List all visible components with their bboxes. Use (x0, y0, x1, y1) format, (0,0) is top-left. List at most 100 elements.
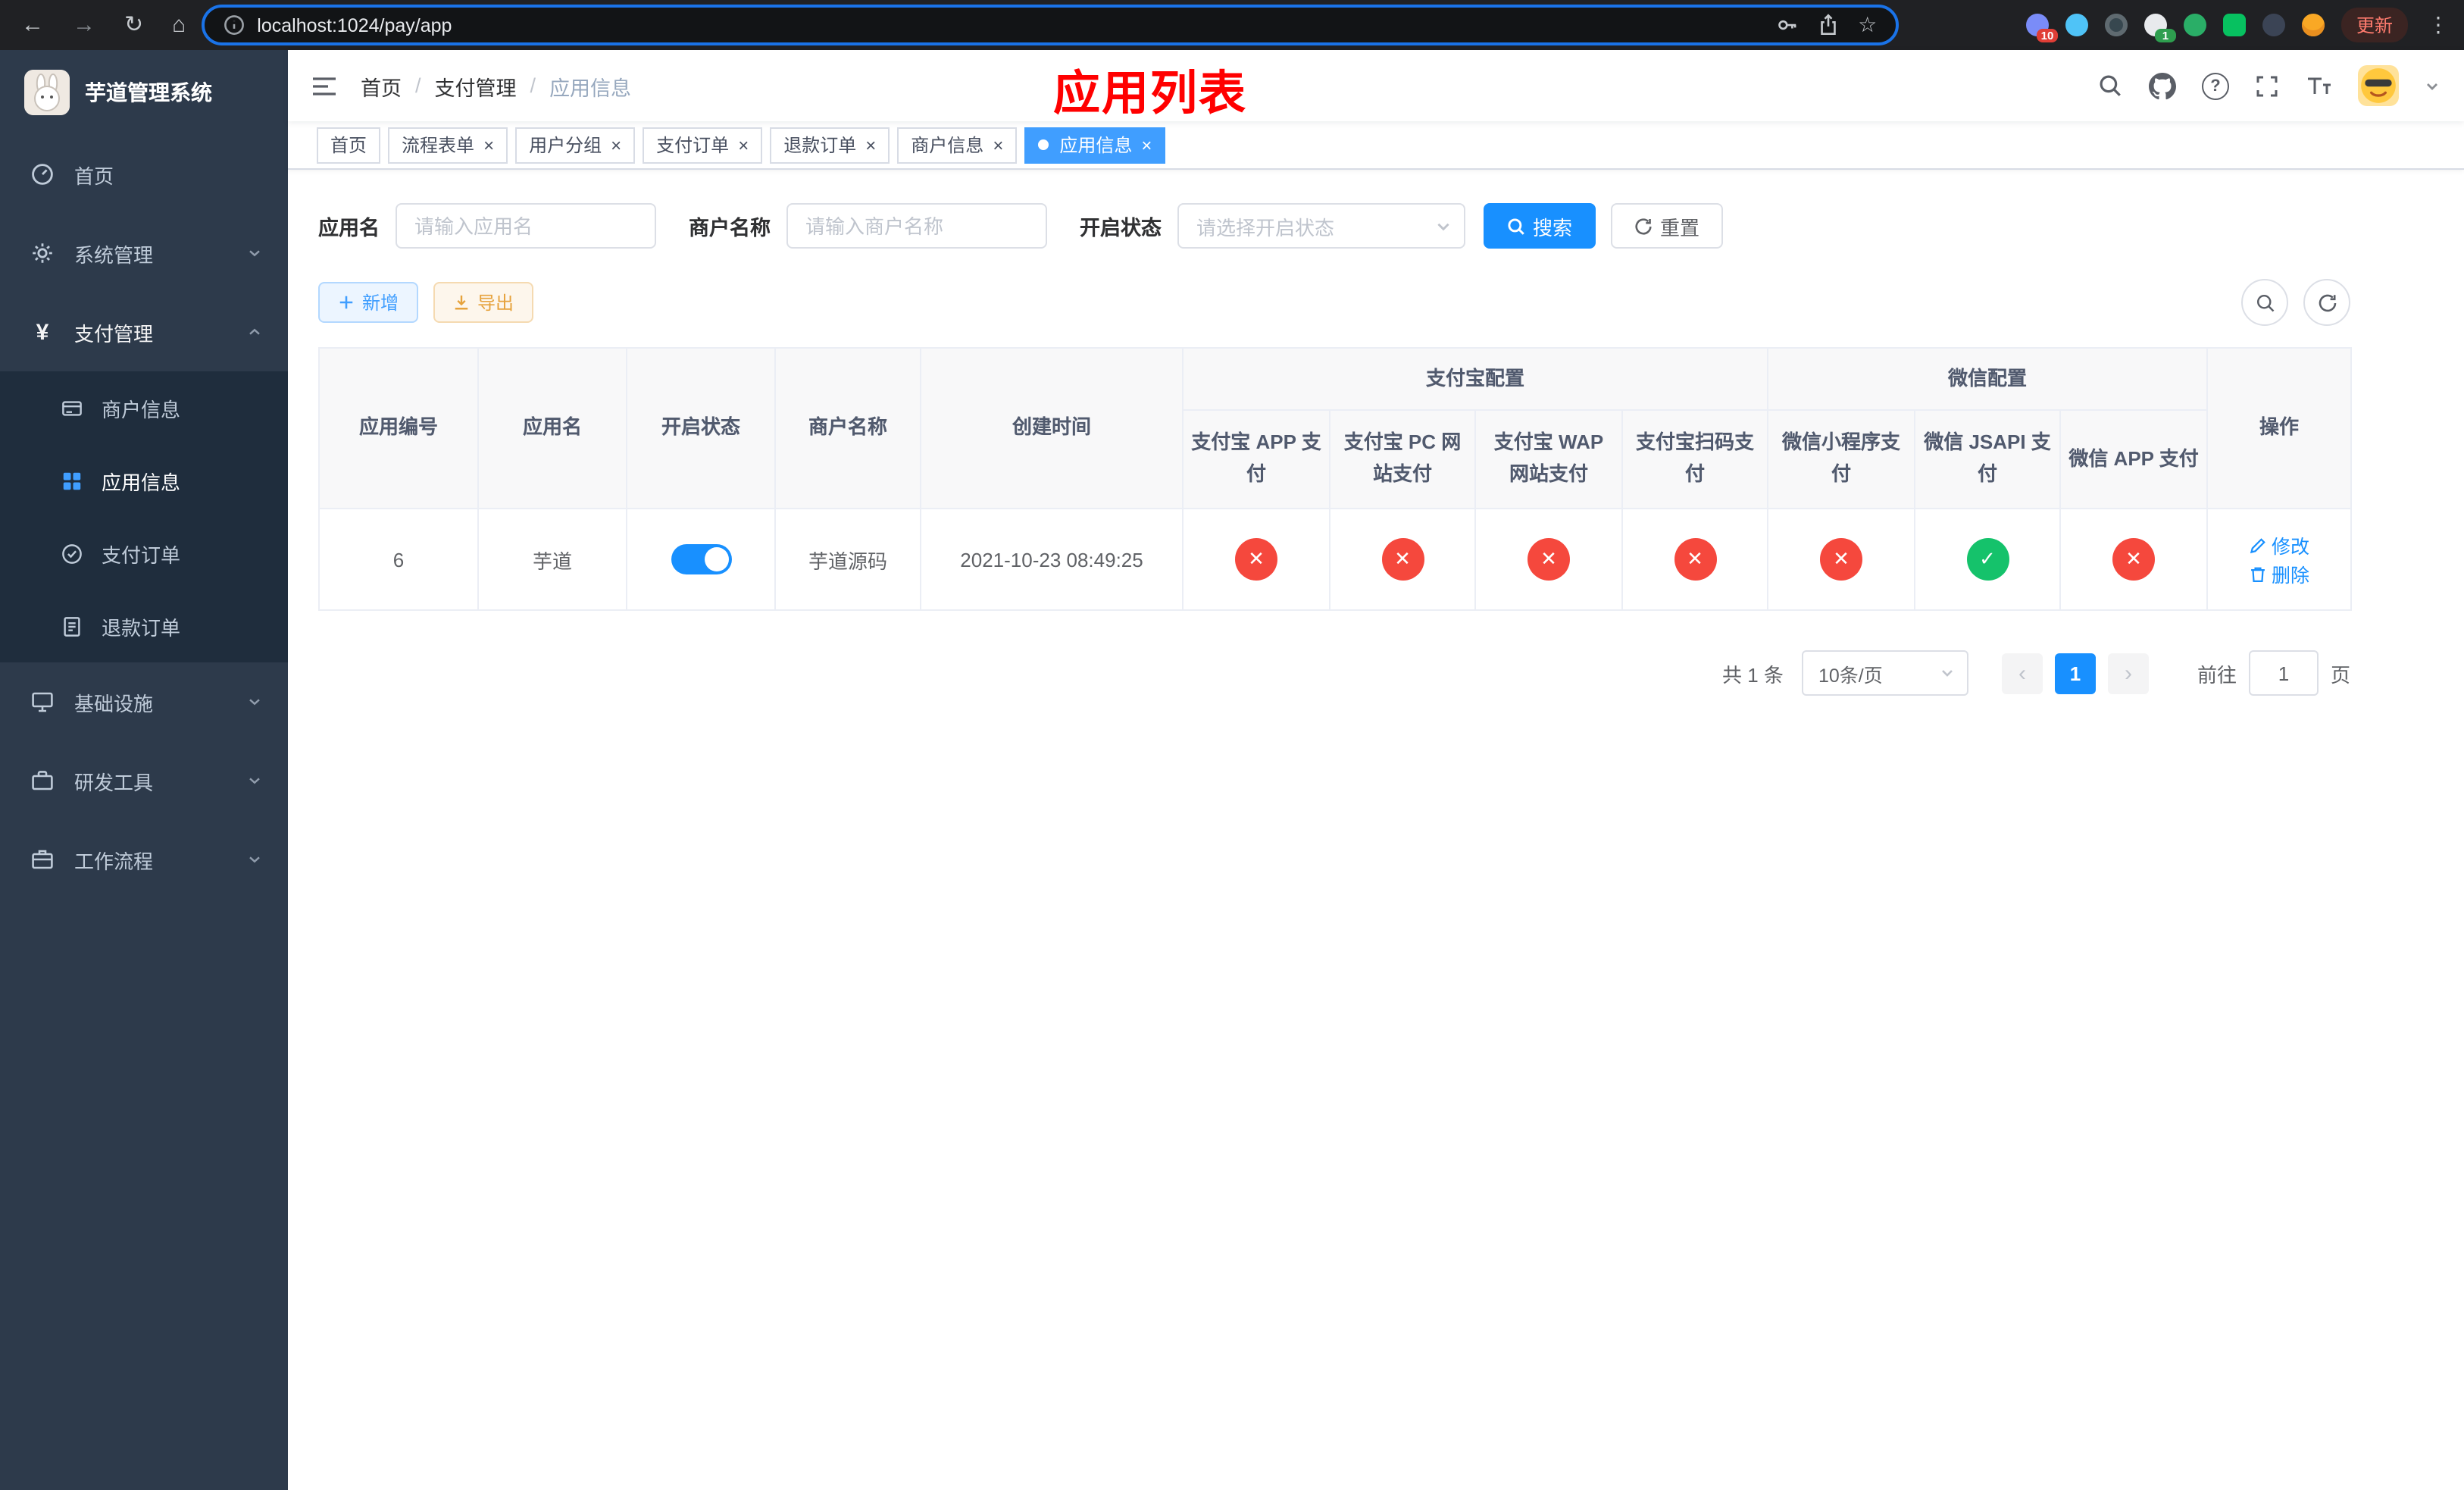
help-icon[interactable] (2202, 72, 2229, 99)
tab-merchant-info[interactable]: 商户信息 (897, 127, 1018, 163)
sidebar-item-app-info[interactable]: 应用信息 (0, 444, 288, 517)
order-check-icon (61, 542, 83, 565)
sidebar-item-dev-tools[interactable]: 研发工具 (0, 741, 288, 820)
browser-toolbar: ← → ↻ ⌂ localhost:1024/pay/app ☆ 10 1 更新… (0, 0, 2464, 50)
top-navbar: 首页 支付管理 应用信息 应用列表 (288, 50, 2464, 121)
back-icon[interactable]: ← (21, 14, 44, 36)
goto-page-input[interactable] (2248, 650, 2319, 696)
merchant-name-input[interactable] (786, 203, 1046, 249)
page-size-select[interactable]: 10条/页 (1801, 650, 1968, 696)
password-key-icon[interactable] (1776, 14, 1799, 36)
caret-down-icon[interactable] (2425, 78, 2440, 93)
app-logo: 芋道管理系统 (0, 50, 288, 135)
omnibox-actions: ☆ (1776, 12, 1877, 38)
site-info-icon[interactable] (222, 14, 245, 36)
sidebar-item-label: 首页 (74, 164, 114, 187)
app-title: 芋道管理系统 (85, 80, 212, 105)
alipay-wap-status-icon (1527, 538, 1570, 581)
search-icon[interactable] (2097, 73, 2123, 99)
col-actions: 操作 (2206, 347, 2353, 509)
page-root: ← → ↻ ⌂ localhost:1024/pay/app ☆ 10 1 更新… (0, 0, 2464, 1490)
sidebar-item-merchant-info[interactable]: 商户信息 (0, 371, 288, 444)
sidebar-item-payment-orders[interactable]: 支付订单 (0, 517, 288, 590)
sidebar-item-system[interactable]: 系统管理 (0, 214, 288, 293)
close-icon[interactable] (865, 136, 876, 154)
next-page-button[interactable]: › (2107, 653, 2149, 693)
forward-icon[interactable]: → (73, 14, 95, 36)
close-icon[interactable] (993, 136, 1003, 154)
grid-icon (61, 469, 83, 492)
share-icon[interactable] (1817, 14, 1840, 36)
close-icon[interactable] (1141, 136, 1152, 154)
sidebar-item-home[interactable]: 首页 (0, 135, 288, 214)
font-size-icon[interactable] (2305, 74, 2332, 98)
user-avatar[interactable] (2358, 65, 2399, 106)
pagination: 共 1 条 10条/页 ‹ 1 › 前往 1 页 (318, 650, 2350, 696)
enable-toggle[interactable] (671, 544, 731, 574)
browser-update-button[interactable]: 更新 (2340, 8, 2408, 42)
browser-nav-buttons: ← → ↻ ⌂ (21, 14, 186, 36)
reset-button[interactable]: 重置 (1610, 203, 1723, 249)
close-icon[interactable] (738, 136, 749, 154)
col-app-id: 应用编号 (318, 347, 479, 509)
refresh-icon[interactable] (2303, 279, 2350, 326)
github-icon[interactable] (2149, 72, 2176, 99)
browser-menu-icon[interactable]: ⋮ (2428, 12, 2449, 38)
sidebar-item-workflow[interactable]: 工作流程 (0, 820, 288, 899)
search-button-label: 搜索 (1533, 216, 1573, 239)
tab-home[interactable]: 首页 (317, 127, 381, 163)
fullscreen-icon[interactable] (2255, 74, 2279, 98)
logo-image (24, 70, 70, 115)
col-app-name: 应用名 (477, 347, 627, 509)
extension-icon-4[interactable]: 1 (2143, 14, 2176, 42)
col-wechat-jsapi: 微信 JSAPI 支付 (1914, 409, 2062, 509)
extension-icon-5[interactable] (2183, 14, 2206, 36)
extension-icon-3[interactable] (2104, 14, 2128, 36)
prev-page-button[interactable]: ‹ (2001, 653, 2043, 693)
extension-icon-6[interactable] (2222, 14, 2246, 36)
tab-payment-orders[interactable]: 支付订单 (643, 127, 763, 163)
page-number-1[interactable]: 1 (2054, 653, 2096, 693)
close-icon[interactable] (611, 136, 621, 154)
tab-refund-orders[interactable]: 退款订单 (770, 127, 890, 163)
sidebar-collapse-icon[interactable] (288, 74, 361, 98)
payment-submenu: 商户信息 应用信息 支付订单 退款订单 (0, 371, 288, 662)
sidebar-item-infrastructure[interactable]: 基础设施 (0, 662, 288, 741)
sidebar-item-payment[interactable]: ¥ 支付管理 (0, 293, 288, 371)
status-label: 开启状态 (1080, 217, 1162, 239)
breadcrumb-home[interactable]: 首页 (361, 70, 402, 101)
select-placeholder: 请选择开启状态 (1196, 216, 1335, 239)
extension-icon-7[interactable] (2262, 14, 2285, 36)
toggle-knob (704, 547, 728, 571)
cell-app-name: 芋道 (477, 508, 627, 611)
address-bar[interactable]: localhost:1024/pay/app ☆ (201, 5, 1899, 45)
export-button[interactable]: 导出 (433, 282, 534, 323)
monitor-icon (30, 690, 55, 714)
browser-profile-avatar[interactable] (2301, 14, 2325, 36)
breadcrumb-payment[interactable]: 支付管理 (435, 70, 517, 101)
show-search-icon[interactable] (2241, 279, 2288, 326)
delete-link[interactable]: 删除 (2249, 559, 2309, 588)
tab-user-group[interactable]: 用户分组 (515, 127, 636, 163)
home-icon[interactable]: ⌂ (172, 14, 186, 36)
col-merchant: 商户名称 (774, 347, 921, 509)
add-button[interactable]: 新增 (318, 282, 419, 323)
tab-label: 首页 (330, 135, 367, 156)
app-name-input[interactable] (395, 203, 655, 249)
cell-status (626, 508, 776, 611)
search-button[interactable]: 搜索 (1483, 203, 1596, 249)
reload-icon[interactable]: ↻ (124, 14, 143, 36)
sidebar: 芋道管理系统 首页 系统管理 ¥ 支付管理 商户信息 应用信息 支付订单 退款订… (0, 50, 288, 1490)
tab-process-form[interactable]: 流程表单 (388, 127, 508, 163)
edit-link[interactable]: 修改 (2249, 531, 2309, 559)
close-icon[interactable] (483, 136, 494, 154)
status-select[interactable]: 请选择开启状态 (1177, 203, 1465, 249)
tab-app-info[interactable]: 应用信息 (1024, 127, 1166, 163)
extension-icon-2[interactable] (2065, 14, 2088, 36)
tab-label: 支付订单 (656, 135, 730, 156)
sidebar-item-label: 支付订单 (102, 543, 181, 566)
extension-icon-1[interactable]: 10 (2025, 14, 2058, 42)
app-name-label: 应用名 (318, 217, 380, 239)
bookmark-star-icon[interactable]: ☆ (1858, 12, 1877, 38)
sidebar-item-refund-orders[interactable]: 退款订单 (0, 590, 288, 662)
